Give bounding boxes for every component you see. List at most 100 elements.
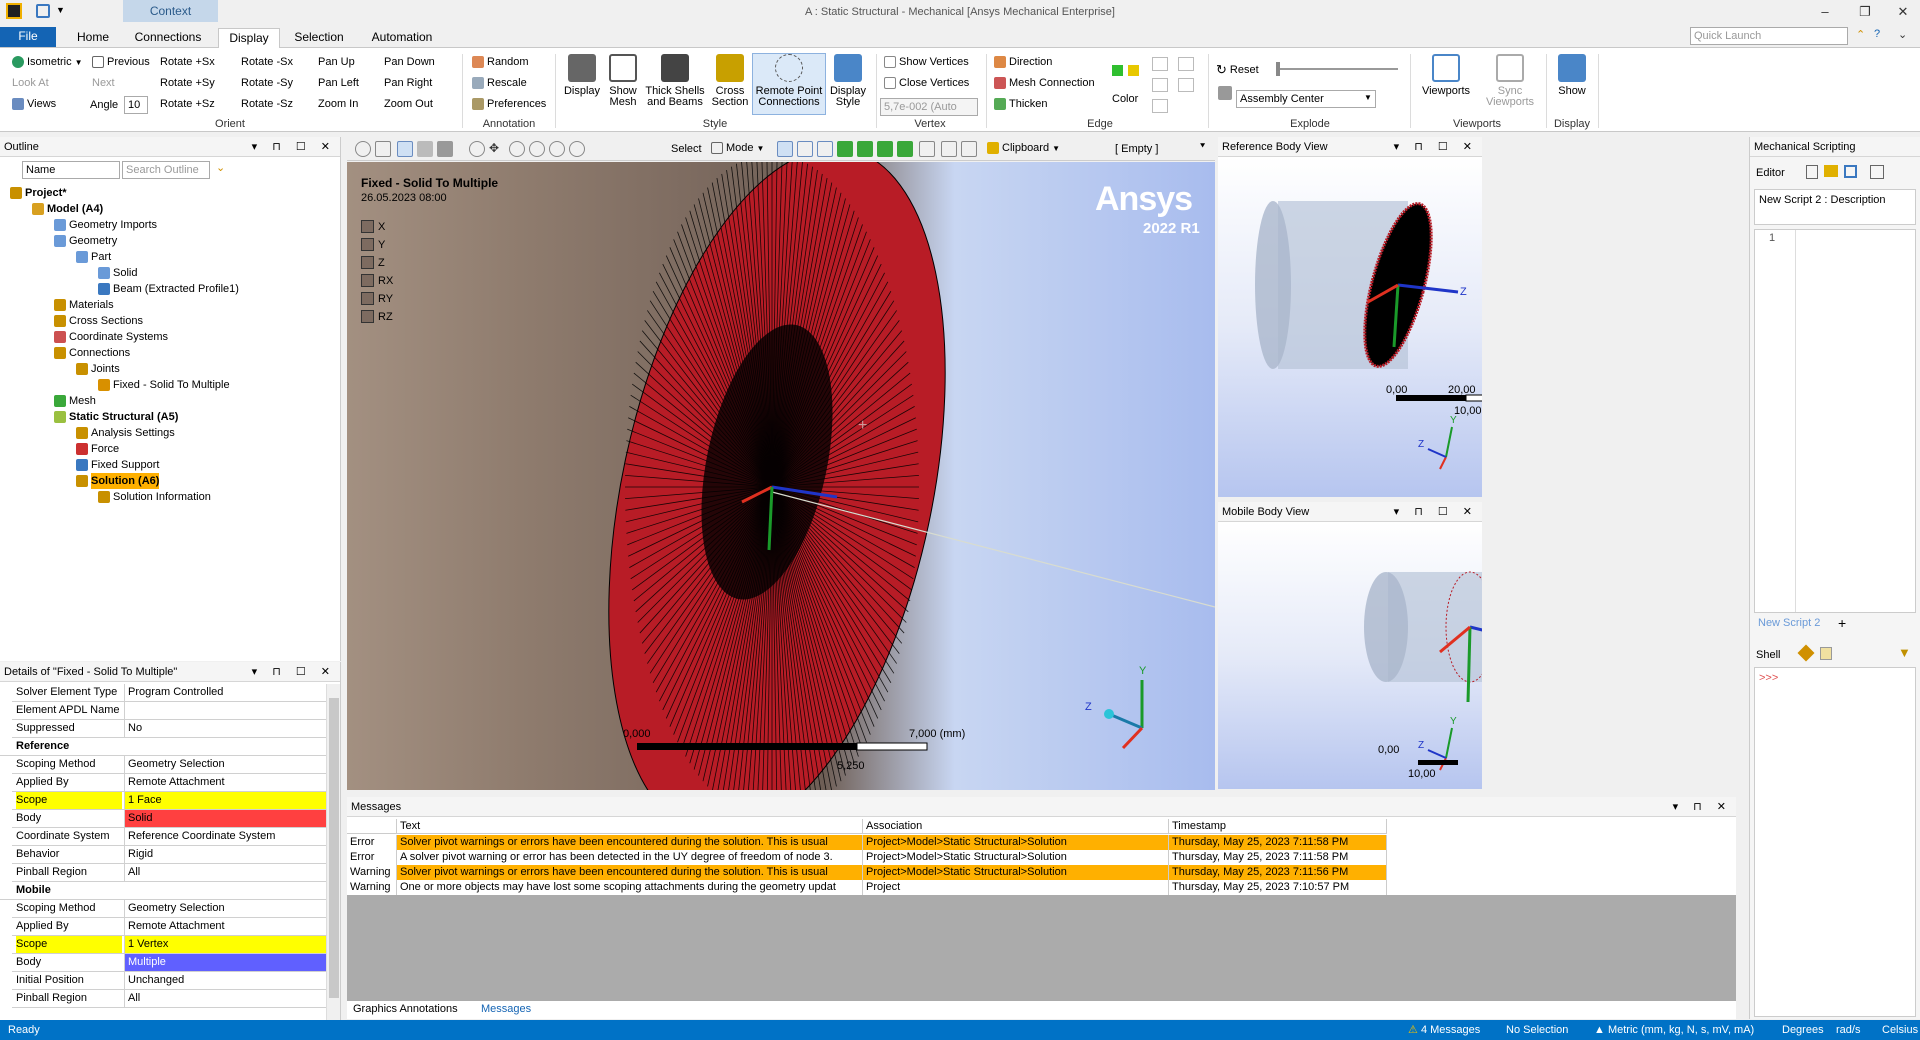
rotate-minus-sx-button[interactable]: Rotate -Sx bbox=[241, 56, 293, 68]
model-render[interactable]: + Y Z bbox=[347, 162, 1215, 790]
header-type[interactable] bbox=[347, 819, 397, 834]
details-row[interactable]: Scoping Method Geometry Selection bbox=[12, 756, 326, 774]
viewports-button[interactable]: Viewports bbox=[1414, 54, 1478, 97]
panel-controls[interactable]: ▾ ⊓ ☐ ✕ bbox=[252, 137, 336, 157]
details-row[interactable]: Body Solid bbox=[12, 810, 326, 828]
save-script-icon[interactable] bbox=[1844, 165, 1857, 178]
details-value[interactable]: All bbox=[124, 990, 326, 1007]
rotate-minus-sy-button[interactable]: Rotate -Sy bbox=[241, 77, 293, 89]
shell-console[interactable]: >>> bbox=[1754, 667, 1916, 1017]
tab-file[interactable]: File bbox=[0, 27, 56, 47]
bottom-tab-messages[interactable]: Messages bbox=[481, 1003, 531, 1015]
reset-button[interactable]: ↻ Reset bbox=[1216, 62, 1259, 78]
pan-down-button[interactable]: Pan Down bbox=[384, 56, 435, 68]
tree-node[interactable]: Coordinate Systems bbox=[54, 329, 168, 345]
zoom-out-icon[interactable] bbox=[549, 141, 565, 157]
help-icon[interactable]: ? bbox=[1874, 28, 1880, 40]
status-degrees[interactable]: Degrees bbox=[1782, 1020, 1824, 1040]
rotate-plus-sx-button[interactable]: Rotate +Sx bbox=[160, 56, 215, 68]
select-element-icon[interactable] bbox=[877, 141, 893, 157]
details-row[interactable]: Body Multiple bbox=[12, 954, 326, 972]
next-button[interactable]: Next bbox=[92, 77, 115, 89]
previous-button[interactable]: Previous bbox=[92, 56, 150, 68]
remote-point-connections-button[interactable]: Remote Point Connections bbox=[752, 53, 826, 115]
pan-left-button[interactable]: Pan Left bbox=[318, 77, 359, 89]
scrollbar-thumb[interactable] bbox=[329, 698, 339, 998]
details-row[interactable]: Coordinate System Reference Coordinate Sy… bbox=[12, 828, 326, 846]
shell-file-icon[interactable] bbox=[1820, 647, 1832, 660]
pan-right-button[interactable]: Pan Right bbox=[384, 77, 432, 89]
tree-node[interactable]: Fixed Support bbox=[76, 457, 159, 473]
zoom-icon[interactable] bbox=[355, 141, 371, 157]
tree-node[interactable]: Solution (A6) bbox=[76, 473, 160, 489]
tree-node[interactable]: Cross Sections bbox=[54, 313, 143, 329]
details-value[interactable]: 1 Face bbox=[124, 792, 326, 809]
edge-option-icon[interactable] bbox=[1152, 78, 1168, 92]
tab-selection[interactable]: Selection bbox=[288, 28, 350, 48]
display-button[interactable]: Display bbox=[560, 54, 604, 97]
details-row[interactable]: Scope 1 Vertex bbox=[12, 936, 326, 954]
script-settings-icon[interactable] bbox=[1870, 165, 1884, 179]
details-value[interactable]: Multiple bbox=[124, 954, 326, 971]
edge-option-icon[interactable] bbox=[1178, 57, 1194, 71]
status-units[interactable]: ▲ Metric (mm, kg, N, s, mV, mA) bbox=[1594, 1020, 1754, 1040]
details-row[interactable]: Applied By Remote Attachment bbox=[12, 774, 326, 792]
tree-node[interactable]: Joints bbox=[76, 361, 120, 377]
extend-icon[interactable] bbox=[919, 141, 935, 157]
tree-node[interactable]: Geometry bbox=[54, 233, 117, 249]
show-mesh-button[interactable]: Show Mesh bbox=[604, 54, 642, 108]
mobile-view-canvas[interactable]: Z Y Z 0,00 10,00 bbox=[1218, 522, 1482, 789]
filter-chevron-icon[interactable]: ⌄ bbox=[216, 161, 225, 174]
details-row[interactable]: Scoping Method Geometry Selection bbox=[12, 900, 326, 918]
add-script-icon[interactable]: + bbox=[1838, 615, 1846, 631]
panel-controls[interactable]: ▾ ⊓ ☐ ✕ bbox=[1394, 137, 1478, 157]
tree-node[interactable]: Solution Information bbox=[98, 489, 211, 505]
zoom-out-button[interactable]: Zoom Out bbox=[384, 98, 433, 110]
panel-controls[interactable]: ▾ ⊓ ✕ bbox=[1673, 797, 1732, 817]
shell-clear-icon[interactable] bbox=[1797, 644, 1815, 662]
close-vertices-button[interactable]: Close Vertices bbox=[884, 77, 969, 89]
select-vertex-icon[interactable] bbox=[777, 141, 793, 157]
reference-view-canvas[interactable]: Z Y Z 0,00 20,00 10,00 bbox=[1218, 157, 1482, 497]
details-row[interactable]: Initial Position Unchanged bbox=[12, 972, 326, 990]
outline-filter-select[interactable]: Name bbox=[22, 161, 120, 179]
script-editor[interactable]: 1 bbox=[1754, 229, 1916, 613]
show-button[interactable]: Show bbox=[1550, 54, 1594, 97]
tree-node[interactable]: Analysis Settings bbox=[76, 425, 175, 441]
cube-view-icon[interactable] bbox=[397, 141, 413, 157]
status-messages[interactable]: ⚠ 4 Messages bbox=[1408, 1020, 1480, 1040]
select-button[interactable]: Select bbox=[671, 143, 702, 155]
angle-input[interactable]: 10 bbox=[124, 96, 148, 114]
details-value[interactable]: Rigid bbox=[124, 846, 326, 863]
zoom-in-icon[interactable] bbox=[509, 141, 525, 157]
display-style-button[interactable]: Display Style bbox=[826, 54, 870, 108]
rotate-icon[interactable] bbox=[469, 141, 485, 157]
edge-option-icon[interactable] bbox=[1178, 78, 1194, 92]
select-face-icon[interactable] bbox=[817, 141, 833, 157]
rotate-minus-sz-button[interactable]: Rotate -Sz bbox=[241, 98, 293, 110]
details-value[interactable]: Remote Attachment bbox=[124, 918, 326, 935]
details-value[interactable]: No bbox=[124, 720, 326, 737]
quick-launch-input[interactable]: Quick Launch bbox=[1690, 27, 1848, 45]
header-association[interactable]: Association bbox=[863, 819, 1169, 834]
magnifier-icon[interactable] bbox=[569, 141, 585, 157]
random-button[interactable]: Random bbox=[472, 56, 529, 68]
status-celsius[interactable]: Celsius bbox=[1882, 1020, 1918, 1040]
tree-node[interactable]: Beam (Extracted Profile1) bbox=[98, 281, 239, 297]
thick-shells-button[interactable]: Thick Shells and Beams bbox=[642, 54, 708, 108]
new-script-icon[interactable] bbox=[1806, 165, 1818, 179]
shell-filter-icon[interactable]: ▼ bbox=[1898, 645, 1911, 660]
close-button[interactable]: ✕ bbox=[1888, 4, 1918, 20]
tree-node[interactable]: Project* bbox=[10, 185, 67, 201]
edge-color-green-icon[interactable] bbox=[1112, 65, 1123, 76]
tree-node[interactable]: Connections bbox=[54, 345, 130, 361]
select-edge-icon[interactable] bbox=[797, 141, 813, 157]
maximize-button[interactable]: ❐ bbox=[1850, 4, 1880, 20]
details-row[interactable]: Solver Element Type Program Controlled bbox=[12, 684, 326, 702]
cross-section-button[interactable]: Cross Section bbox=[708, 54, 752, 108]
details-value[interactable]: Program Controlled bbox=[124, 684, 326, 701]
details-value[interactable] bbox=[124, 702, 326, 719]
preferences-button[interactable]: Preferences bbox=[472, 98, 546, 110]
bottom-tab-graphics-annotations[interactable]: Graphics Annotations bbox=[353, 1003, 458, 1015]
mode-dropdown[interactable]: Mode ▼ bbox=[711, 142, 764, 154]
